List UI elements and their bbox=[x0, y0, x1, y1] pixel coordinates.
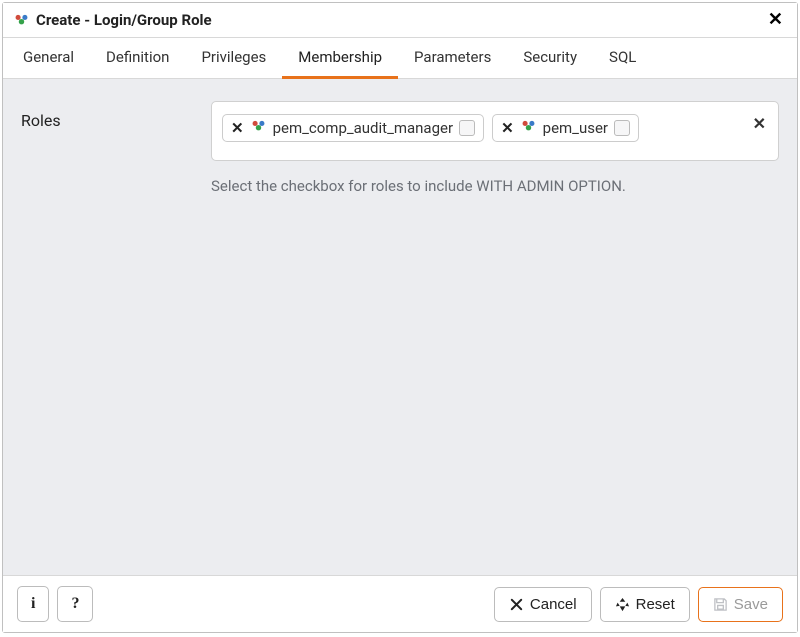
dialog-titlebar: Create - Login/Group Role ✕ bbox=[3, 3, 797, 38]
roles-label: Roles bbox=[21, 101, 201, 130]
role-chip-name: pem_comp_audit_manager bbox=[273, 119, 453, 137]
save-button[interactable]: Save bbox=[698, 587, 783, 622]
help-icon: ? bbox=[71, 595, 79, 613]
remove-role-icon[interactable]: ✕ bbox=[231, 121, 244, 136]
info-icon: i bbox=[31, 595, 35, 613]
cancel-label: Cancel bbox=[530, 596, 577, 613]
role-chip: ✕ pem_comp_audit_manager bbox=[222, 114, 484, 142]
role-admin-checkbox[interactable] bbox=[459, 120, 475, 136]
help-button[interactable]: ? bbox=[57, 586, 93, 622]
tab-parameters[interactable]: Parameters bbox=[398, 38, 507, 79]
tab-general[interactable]: General bbox=[7, 38, 90, 79]
dialog-content: Roles ✕ pem_comp_audit_manager bbox=[3, 79, 797, 575]
form-row-roles: Roles ✕ pem_comp_audit_manager bbox=[21, 101, 779, 195]
role-group-icon bbox=[250, 119, 267, 137]
role-admin-checkbox[interactable] bbox=[614, 120, 630, 136]
dialog-tabs: General Definition Privileges Membership… bbox=[3, 38, 797, 79]
tab-privileges[interactable]: Privileges bbox=[185, 38, 282, 79]
tab-sql[interactable]: SQL bbox=[593, 38, 652, 79]
dialog-title: Create - Login/Group Role bbox=[36, 11, 764, 29]
save-icon bbox=[713, 597, 728, 612]
remove-role-icon[interactable]: ✕ bbox=[501, 121, 514, 136]
tab-membership[interactable]: Membership bbox=[282, 38, 398, 79]
save-label: Save bbox=[734, 596, 768, 613]
cancel-button[interactable]: Cancel bbox=[494, 587, 592, 622]
role-group-icon bbox=[13, 13, 30, 27]
tab-security[interactable]: Security bbox=[507, 38, 593, 79]
roles-help-text: Select the checkbox for roles to include… bbox=[211, 177, 779, 195]
role-chip: ✕ pem_user bbox=[492, 114, 639, 142]
roles-tag-input[interactable]: ✕ pem_comp_audit_manager ✕ bbox=[211, 101, 779, 161]
reset-label: Reset bbox=[636, 596, 675, 613]
reset-button[interactable]: Reset bbox=[600, 587, 690, 622]
dialog-footer: i ? Cancel Reset Save bbox=[3, 575, 797, 632]
close-icon[interactable]: ✕ bbox=[764, 9, 787, 31]
role-group-icon bbox=[520, 119, 537, 137]
close-icon bbox=[509, 597, 524, 612]
dialog-create-role: Create - Login/Group Role ✕ General Defi… bbox=[2, 2, 798, 633]
info-button[interactable]: i bbox=[17, 586, 49, 622]
roles-field: ✕ pem_comp_audit_manager ✕ bbox=[211, 101, 779, 195]
role-chip-name: pem_user bbox=[543, 119, 608, 137]
tab-definition[interactable]: Definition bbox=[90, 38, 185, 79]
recycle-icon bbox=[615, 597, 630, 612]
clear-roles-icon[interactable]: ✕ bbox=[753, 114, 766, 133]
